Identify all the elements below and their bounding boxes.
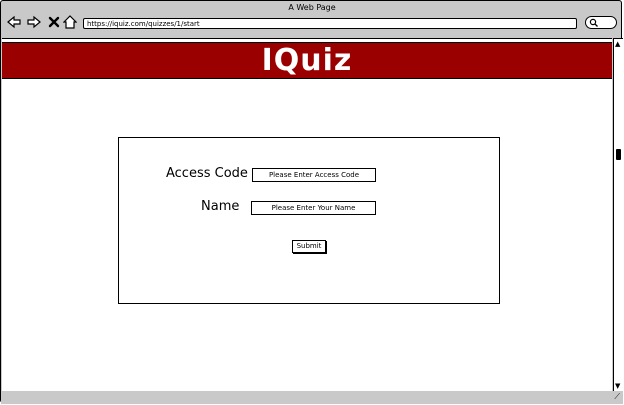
status-bar: ⟋ — [1, 391, 623, 404]
page-viewport: IQuiz Access Code Please Enter Access Co… — [2, 38, 612, 392]
search-icon — [589, 18, 598, 27]
close-icon[interactable] — [47, 15, 61, 29]
scroll-thumb[interactable] — [616, 149, 621, 160]
resize-handle-icon[interactable]: ⟋ — [614, 392, 620, 402]
scroll-up-icon[interactable]: ▲ — [615, 40, 620, 48]
access-code-field[interactable]: Please Enter Access Code — [252, 168, 376, 182]
vertical-scrollbar[interactable]: ▲ ▼ — [613, 38, 623, 391]
name-label: Name — [201, 199, 240, 214]
header-banner: IQuiz — [2, 42, 612, 79]
browser-toolbar: https://iquiz.com/quizzes/1/start — [1, 11, 623, 35]
page-title: IQuiz — [261, 43, 353, 78]
browser-window: A Web Page https://iquiz.com/quizzes/1/s… — [0, 0, 623, 404]
forward-icon[interactable] — [27, 15, 41, 29]
name-field[interactable]: Please Enter Your Name — [251, 201, 376, 215]
quiz-start-form: Access Code Please Enter Access Code Nam… — [118, 137, 500, 304]
access-code-label: Access Code — [166, 166, 248, 181]
search-field[interactable] — [585, 16, 617, 29]
scroll-down-icon[interactable]: ▼ — [615, 382, 620, 390]
submit-button[interactable]: Submit — [292, 240, 326, 253]
address-bar[interactable]: https://iquiz.com/quizzes/1/start — [83, 18, 577, 29]
home-icon[interactable] — [63, 15, 77, 29]
back-icon[interactable] — [7, 15, 21, 29]
